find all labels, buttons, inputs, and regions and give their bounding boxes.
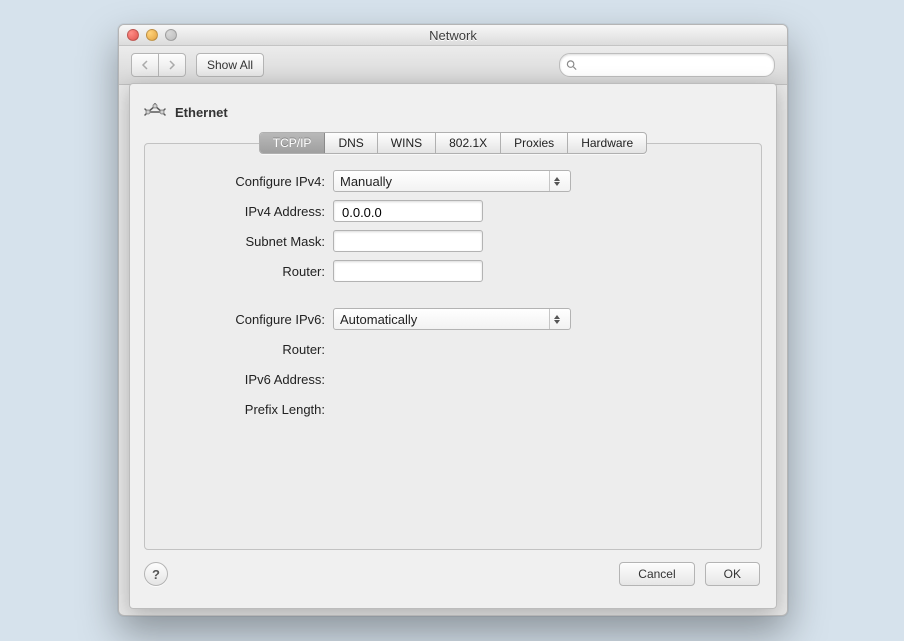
tab-proxies[interactable]: Proxies — [501, 133, 568, 153]
label-ipv6-address: IPv6 Address: — [145, 372, 333, 387]
search-icon — [566, 59, 577, 71]
zoom-window-button[interactable] — [165, 29, 177, 41]
label-configure-ipv4: Configure IPv4: — [145, 174, 333, 189]
router-v4-field[interactable] — [333, 260, 483, 282]
back-button[interactable] — [131, 53, 159, 77]
select-stepper-icon — [549, 309, 564, 329]
minimize-window-button[interactable] — [146, 29, 158, 41]
preferences-window: Network Show All — [118, 24, 788, 616]
configure-ipv4-select[interactable]: Manually — [333, 170, 571, 192]
close-window-button[interactable] — [127, 29, 139, 41]
label-router-v4: Router: — [145, 264, 333, 279]
chevron-right-icon — [168, 60, 176, 70]
label-router-v6: Router: — [145, 342, 333, 357]
tab-hardware[interactable]: Hardware — [568, 133, 646, 153]
ethernet-icon — [144, 103, 166, 121]
subnet-mask-field[interactable] — [333, 230, 483, 252]
toolbar: Show All — [119, 46, 787, 85]
sheet-title: Ethernet — [175, 105, 228, 120]
forward-button[interactable] — [159, 53, 186, 77]
label-subnet-mask: Subnet Mask: — [145, 234, 333, 249]
ok-button[interactable]: OK — [705, 562, 760, 586]
help-button[interactable]: ? — [144, 562, 168, 586]
search-input[interactable] — [577, 57, 766, 73]
label-prefix-length: Prefix Length: — [145, 402, 333, 417]
show-all-button[interactable]: Show All — [196, 53, 264, 77]
configure-ipv4-value: Manually — [340, 174, 392, 189]
tab-tcpip[interactable]: TCP/IP — [260, 133, 326, 153]
tab-wins[interactable]: WINS — [378, 133, 436, 153]
chevron-left-icon — [141, 60, 149, 70]
ipv4-address-field[interactable] — [333, 200, 483, 222]
tab-dns[interactable]: DNS — [325, 133, 377, 153]
cancel-button[interactable]: Cancel — [619, 562, 694, 586]
tcpip-panel: Configure IPv4: Manually IPv4 Address: — [144, 143, 762, 550]
select-stepper-icon — [549, 171, 564, 191]
window-title: Network — [429, 28, 477, 43]
search-field[interactable] — [559, 53, 775, 77]
tab-8021x[interactable]: 802.1X — [436, 133, 501, 153]
label-ipv4-address: IPv4 Address: — [145, 204, 333, 219]
configure-ipv6-value: Automatically — [340, 312, 417, 327]
titlebar: Network — [119, 25, 787, 46]
label-configure-ipv6: Configure IPv6: — [145, 312, 333, 327]
subnet-mask-input[interactable] — [340, 231, 480, 253]
ipv4-address-input[interactable] — [340, 201, 480, 223]
router-v4-input[interactable] — [340, 261, 480, 283]
configure-ipv6-select[interactable]: Automatically — [333, 308, 571, 330]
nav-back-forward — [131, 53, 186, 77]
tab-bar: TCP/IP DNS WINS 802.1X Proxies Hardware — [259, 132, 647, 154]
advanced-sheet: Ethernet TCP/IP DNS WINS 802.1X Proxies … — [129, 83, 777, 609]
